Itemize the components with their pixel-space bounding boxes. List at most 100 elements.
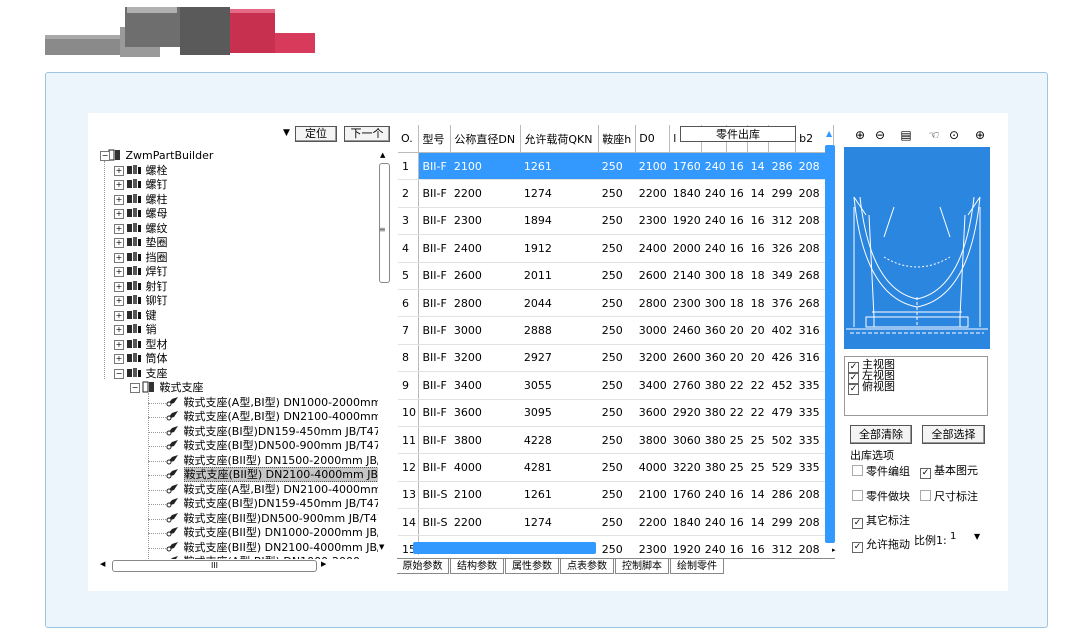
- table-cell[interactable]: 299: [768, 179, 796, 208]
- grid-vertical-scrollbar[interactable]: ▲: [823, 127, 837, 547]
- table-row[interactable]: 1 BII-F 2100 1261 250 2100 1760 240 16 14 286 208: [398, 152, 834, 181]
- table-cell[interactable]: 380: [701, 453, 727, 482]
- table-cell[interactable]: 2600: [450, 262, 521, 290]
- table-cell[interactable]: 18: [747, 289, 769, 318]
- table-cell[interactable]: 360: [701, 344, 727, 373]
- tree-hscroll-thumb[interactable]: III: [112, 560, 317, 572]
- table-cell[interactable]: 240: [701, 481, 727, 510]
- table-cell[interactable]: 16: [747, 535, 769, 555]
- table-cell[interactable]: 1261: [520, 481, 599, 510]
- table-cell[interactable]: 300: [701, 289, 727, 318]
- checkbox-icon[interactable]: [920, 490, 931, 501]
- tree-category[interactable]: 支座: [126, 367, 168, 381]
- table-row[interactable]: 12 BII-F 4000 4281 250 4000 3220 380 25 25 529 335: [398, 453, 834, 482]
- expand-icon[interactable]: +: [114, 238, 124, 248]
- table-cell[interactable]: BII-F: [418, 179, 451, 208]
- table-cell[interactable]: 14: [747, 508, 769, 537]
- tree-part-item[interactable]: 鞍式支座(BI型)DN159-450mm JB/T4712-1992: [166, 425, 378, 439]
- table-cell[interactable]: 16: [747, 207, 769, 236]
- table-row[interactable]: 2 BII-F 2200 1274 250 2200 1840 240 16 14 299 208: [398, 179, 834, 208]
- checkbox-icon[interactable]: ✓: [852, 518, 863, 529]
- row-number-cell[interactable]: 10: [398, 399, 420, 427]
- tree-category[interactable]: 销: [126, 323, 157, 337]
- table-cell[interactable]: 3600: [450, 399, 521, 427]
- table-row[interactable]: 10 BII-F 3600 3095 250 3600 2920 380 22 22 479 335: [398, 399, 834, 427]
- table-cell[interactable]: 376: [768, 289, 796, 318]
- table-cell[interactable]: 250: [598, 481, 636, 510]
- table-cell[interactable]: 240: [701, 508, 727, 537]
- table-cell[interactable]: 452: [768, 371, 796, 400]
- option-checkbox[interactable]: ✓ 其它标注: [852, 515, 910, 529]
- option-checkbox[interactable]: 尺寸标注: [920, 490, 978, 503]
- table-cell[interactable]: 240: [701, 234, 727, 263]
- table-cell[interactable]: 2920: [669, 399, 702, 427]
- table-cell[interactable]: 2927: [520, 344, 599, 373]
- table-cell[interactable]: 2300: [450, 207, 521, 236]
- table-cell[interactable]: 326: [768, 234, 796, 263]
- table-cell[interactable]: 2000: [669, 234, 702, 263]
- table-cell[interactable]: 16: [726, 179, 748, 208]
- table-cell[interactable]: 402: [768, 316, 796, 345]
- select-all-button[interactable]: 全部选择: [922, 425, 985, 444]
- tree-category[interactable]: 键: [126, 309, 157, 323]
- table-cell[interactable]: BII-F: [418, 453, 451, 482]
- table-cell[interactable]: BII-F: [418, 152, 451, 181]
- table-cell[interactable]: 2760: [669, 371, 702, 400]
- tree-view[interactable]: ZwmPartBuilder − + 螺栓 + 螺钉 + 螺柱 + 螺母 + 螺纹 + 垫圈 +…: [98, 149, 378, 559]
- table-cell[interactable]: 1274: [520, 508, 599, 537]
- table-cell[interactable]: 16: [747, 234, 769, 263]
- collapse-icon[interactable]: −: [100, 151, 110, 161]
- table-cell[interactable]: 299: [768, 508, 796, 537]
- tree-part-item[interactable]: 鞍式支座(BII型) DN2100-4000mm JB/T4712-1992: [166, 467, 378, 482]
- tree-category[interactable]: 型材: [126, 338, 168, 352]
- tab-0[interactable]: 原始参数: [397, 559, 449, 574]
- table-cell[interactable]: 2100: [450, 481, 521, 510]
- table-cell[interactable]: 1261: [520, 152, 599, 181]
- scroll-right-icon[interactable]: ▶: [321, 560, 326, 568]
- tree-part-item[interactable]: 鞍式支座(A型,BI型) DN1000-2000mm JB/T4712-19: [166, 396, 378, 410]
- table-cell[interactable]: 502: [768, 426, 796, 455]
- table-cell[interactable]: 240: [701, 152, 727, 181]
- table-cell[interactable]: 250: [598, 289, 636, 318]
- table-cell[interactable]: 312: [768, 535, 796, 555]
- checkbox-icon[interactable]: ✓: [852, 542, 863, 553]
- tree-horizontal-scrollbar[interactable]: ◀ III ▶: [100, 559, 326, 573]
- table-row[interactable]: 7 BII-F 3000 2888 250 3000 2460 360 20 20 402 316: [398, 316, 834, 345]
- table-cell[interactable]: 2100: [635, 481, 670, 510]
- option-checkbox[interactable]: ✓ 基本图元: [920, 465, 978, 479]
- table-cell[interactable]: 16: [726, 234, 748, 263]
- part-preview-drawing[interactable]: [844, 147, 990, 349]
- table-cell[interactable]: 2011: [520, 262, 599, 290]
- table-cell[interactable]: 380: [701, 426, 727, 455]
- table-cell[interactable]: 16: [726, 508, 748, 537]
- table-cell[interactable]: 250: [598, 316, 636, 345]
- table-cell[interactable]: 22: [747, 399, 769, 427]
- table-cell[interactable]: 240: [701, 207, 727, 236]
- table-cell[interactable]: 3800: [450, 426, 521, 455]
- tree-part-item[interactable]: 鞍式支座(A型,BI型) DN2100-4000mm JB/T4712-19: [166, 410, 378, 424]
- clear-all-button[interactable]: 全部清除: [850, 425, 912, 444]
- tree-part-item[interactable]: 鞍式支座(BII型) DN2100-4000mm JB/T4712.1-: [166, 541, 378, 555]
- scroll-left-icon[interactable]: ◀: [100, 560, 105, 568]
- table-cell[interactable]: 1920: [669, 535, 702, 555]
- collapse-icon[interactable]: −: [114, 368, 124, 379]
- table-cell[interactable]: 250: [598, 207, 636, 236]
- table-cell[interactable]: 3400: [635, 371, 670, 400]
- table-cell[interactable]: 300: [701, 262, 727, 290]
- table-cell[interactable]: 529: [768, 453, 796, 482]
- tree-scroll-thumb[interactable]: [379, 163, 390, 283]
- checkbox-icon[interactable]: [852, 465, 863, 476]
- table-cell[interactable]: 2300: [635, 207, 670, 236]
- tab-4[interactable]: 控制脚本: [615, 559, 669, 574]
- tree-category[interactable]: 螺钉: [126, 178, 168, 192]
- row-number-cell[interactable]: 1: [398, 152, 420, 181]
- tree-category[interactable]: 筒体: [126, 352, 168, 366]
- table-cell[interactable]: 2300: [669, 289, 702, 318]
- table-cell[interactable]: 380: [701, 371, 727, 400]
- tree-part-item[interactable]: 鞍式支座(BI型)DN159-450mm JB/T4712.1-: [166, 497, 378, 511]
- tab-2[interactable]: 属性参数: [505, 559, 559, 574]
- table-cell[interactable]: 250: [598, 508, 636, 537]
- table-cell[interactable]: 1840: [669, 508, 702, 537]
- table-cell[interactable]: 250: [598, 234, 636, 263]
- table-cell[interactable]: 2600: [635, 262, 670, 290]
